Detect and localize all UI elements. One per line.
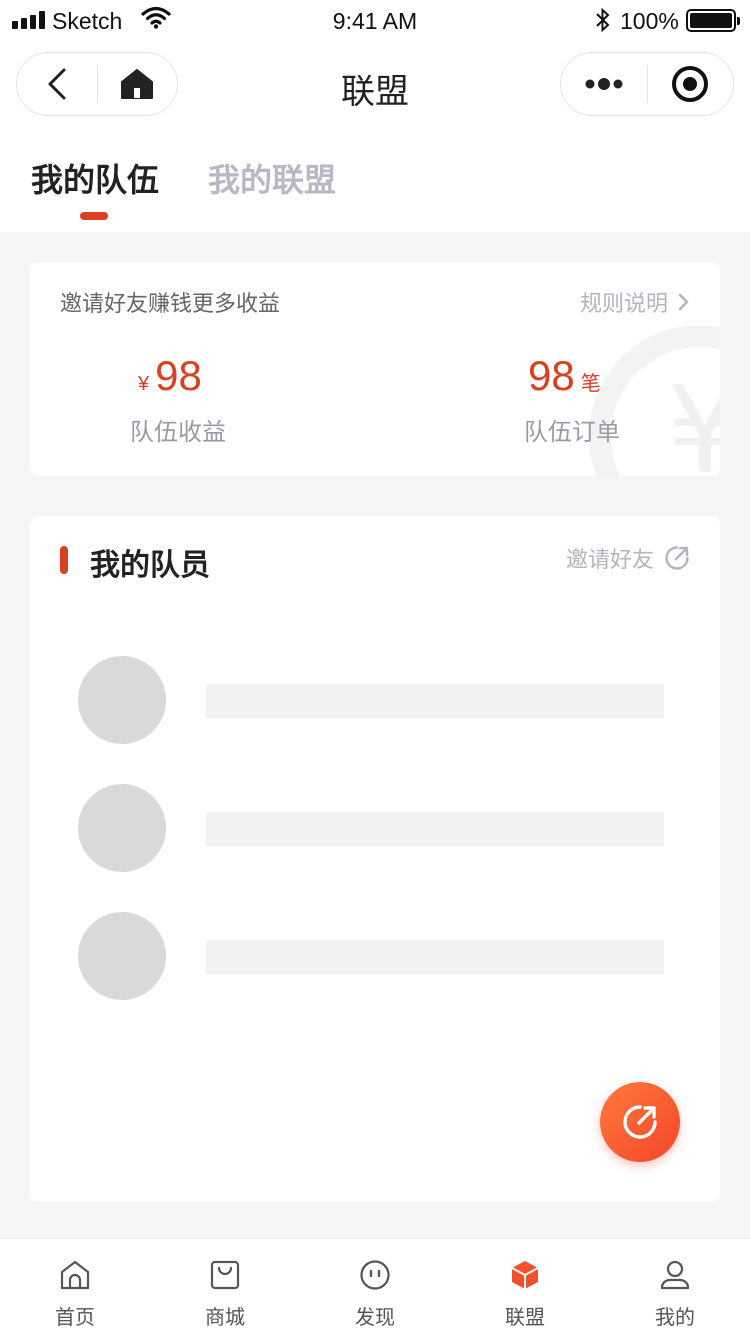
bluetooth-icon xyxy=(596,7,610,33)
tab-indicator xyxy=(80,212,108,220)
team-orders-count: 98 xyxy=(528,352,575,399)
bottom-tab-bar: 首页 商城 发现 联盟 我的 xyxy=(0,1238,750,1334)
team-income-label: 队伍收益 xyxy=(130,418,226,446)
currency-symbol: ¥ xyxy=(138,373,150,395)
tabbar-item-alliance[interactable]: 联盟 xyxy=(450,1239,600,1334)
more-dots-icon xyxy=(585,78,623,90)
team-orders-value: 98 笔 xyxy=(528,352,607,400)
watermark-symbol: ¥ xyxy=(667,362,720,476)
earnings-title: 邀请好友赚钱更多收益 xyxy=(60,292,281,317)
nav-capsule-right xyxy=(560,52,734,116)
tabbar-label-mine: 我的 xyxy=(655,1305,695,1329)
team-income-amount: 98 xyxy=(155,352,202,399)
profile-icon xyxy=(660,1260,690,1290)
tab-my-team[interactable]: 我的队伍 xyxy=(31,160,159,200)
name-placeholder xyxy=(206,812,664,846)
more-button[interactable] xyxy=(561,52,647,116)
members-card: 我的队员 邀请好友 xyxy=(30,516,720,1202)
tabbar-item-mall[interactable]: 商城 xyxy=(150,1239,300,1334)
shopping-bag-icon xyxy=(210,1260,240,1290)
section-accent-bar xyxy=(60,546,68,574)
yen-watermark-icon: ¥ xyxy=(590,326,720,476)
discover-face-icon xyxy=(360,1260,390,1290)
avatar-placeholder xyxy=(78,656,166,744)
share-fab-button[interactable] xyxy=(600,1082,680,1162)
member-placeholder-row xyxy=(78,656,668,744)
orders-unit: 笔 xyxy=(580,373,601,395)
share-icon xyxy=(623,1105,657,1139)
team-income-value: ¥ 98 xyxy=(132,352,202,400)
tabbar-item-discover[interactable]: 发现 xyxy=(300,1239,450,1334)
invite-friends-label: 邀请好友 xyxy=(565,548,654,573)
tabbar-label-mall: 商城 xyxy=(205,1305,245,1329)
earnings-card: ¥ 邀请好友赚钱更多收益 规则说明 ¥ 98 队伍收益 98 笔 队伍订单 xyxy=(30,262,720,476)
member-placeholder-row xyxy=(78,912,668,1000)
team-orders-label: 队伍订单 xyxy=(524,418,620,446)
home-icon xyxy=(60,1260,90,1290)
name-placeholder xyxy=(206,684,664,718)
members-title: 我的队员 xyxy=(90,548,210,583)
status-bar: Sketch 9:41 AM 100% xyxy=(0,0,750,40)
tab-my-alliance[interactable]: 我的联盟 xyxy=(208,160,336,200)
invite-friends-link[interactable]: 邀请好友 xyxy=(566,542,690,574)
rules-link[interactable]: 规则说明 xyxy=(580,286,690,318)
name-placeholder xyxy=(206,940,664,974)
tabbar-label-discover: 发现 xyxy=(355,1305,395,1329)
member-placeholder-row xyxy=(78,784,668,872)
tabbar-label-home: 首页 xyxy=(55,1305,95,1329)
share-icon xyxy=(665,546,689,570)
alliance-cube-icon xyxy=(511,1261,539,1289)
tabbar-item-home[interactable]: 首页 xyxy=(0,1239,150,1334)
battery-percent: 100% xyxy=(620,8,679,34)
rules-link-label: 规则说明 xyxy=(579,292,668,317)
close-miniprogram-button[interactable] xyxy=(648,52,734,116)
tabbar-label-alliance: 联盟 xyxy=(505,1305,545,1329)
avatar-placeholder xyxy=(78,784,166,872)
chevron-right-icon xyxy=(678,293,689,311)
avatar-placeholder xyxy=(78,912,166,1000)
target-circle-icon xyxy=(672,66,709,102)
tabbar-item-mine[interactable]: 我的 xyxy=(600,1239,750,1334)
battery-icon xyxy=(686,9,740,32)
